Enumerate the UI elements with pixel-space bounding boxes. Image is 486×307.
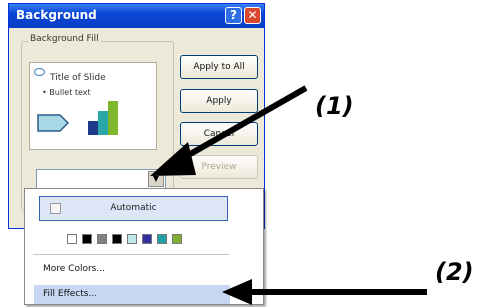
dialog-title: Background [16, 8, 97, 22]
color-swatch[interactable] [112, 234, 122, 244]
color-dropdown-menu: Automatic More Colors... Fill Effects... [24, 188, 264, 305]
arrow-shape-icon [37, 114, 70, 132]
color-swatch[interactable] [157, 234, 167, 244]
preview-button[interactable]: Preview [180, 155, 258, 179]
chart-bar [108, 101, 118, 135]
background-fill-label: Background Fill [28, 34, 101, 44]
slide-preview: Title of Slide • Bullet text [29, 62, 157, 150]
chevron-down-icon[interactable]: ▼ [148, 171, 164, 187]
fill-effects-label: Fill Effects... [43, 289, 98, 299]
color-swatch[interactable] [67, 234, 77, 244]
dialog-titlebar[interactable]: Background ? ✕ [9, 4, 264, 28]
apply-to-all-button[interactable]: Apply to All [180, 55, 258, 79]
automatic-option[interactable]: Automatic [39, 196, 228, 221]
help-icon[interactable]: ? [225, 7, 242, 24]
more-colors-item[interactable]: More Colors... [43, 264, 105, 274]
annotation-label-1: (1) [315, 92, 354, 120]
color-swatch[interactable] [82, 234, 92, 244]
cancel-button[interactable]: Cancel [180, 122, 258, 146]
chart-bar [88, 121, 98, 135]
color-swatch[interactable] [142, 234, 152, 244]
color-swatch[interactable] [127, 234, 137, 244]
annotation-label-2: (2) [435, 258, 474, 286]
close-icon[interactable]: ✕ [244, 7, 261, 24]
apply-button[interactable]: Apply [180, 89, 258, 113]
automatic-label: Automatic [110, 203, 157, 213]
preview-graphics [37, 101, 118, 135]
color-swatch[interactable] [97, 234, 107, 244]
color-swatch[interactable] [172, 234, 182, 244]
fill-color-combo[interactable]: ▼ [36, 169, 166, 189]
chart-bar [98, 111, 108, 135]
fill-effects-item[interactable]: Fill Effects... [34, 285, 230, 304]
menu-separator [33, 254, 229, 255]
